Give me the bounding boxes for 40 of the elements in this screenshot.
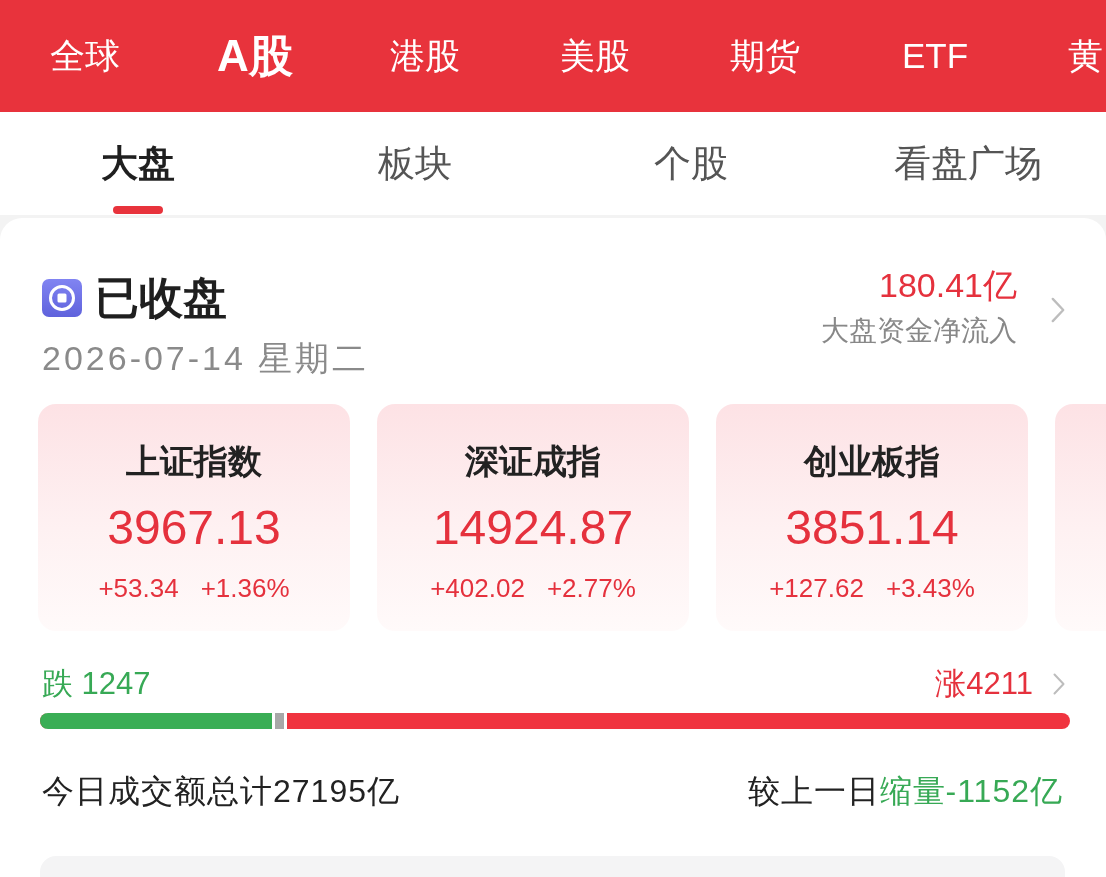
index-change: +53.34 (98, 572, 179, 604)
market-tab[interactable]: 黄 (1068, 34, 1103, 78)
market-tab[interactable]: 全球 (50, 34, 120, 78)
turnover-total: 今日成交额总计27195亿 (42, 773, 400, 809)
comparison-label: 较上一日 (747, 773, 880, 809)
net-inflow-amount: 180.41亿 (879, 265, 1017, 305)
index-card[interactable] (1055, 404, 1106, 631)
index-name: 上证指数 (126, 441, 262, 482)
view-tab[interactable]: 看盘广场 (893, 112, 1042, 186)
active-tab-indicator (113, 206, 164, 214)
chevron-right-icon[interactable] (1053, 673, 1065, 695)
index-change: +402.02 (430, 572, 525, 604)
decliners-count: 跌 1247 (42, 667, 151, 701)
view-tab[interactable]: 个股 (654, 112, 729, 186)
market-status: 已收盘 (95, 272, 227, 324)
view-tab[interactable]: 大盘 (101, 112, 176, 214)
index-change-percent: +1.36% (200, 572, 290, 604)
market-tab[interactable]: 港股 (390, 34, 460, 78)
view-tab[interactable]: 板块 (377, 112, 452, 186)
index-name: 深证成指 (465, 441, 601, 482)
market-tab[interactable]: ETF (901, 34, 969, 78)
chevron-right-icon[interactable] (1051, 297, 1065, 323)
index-change-percent: +2.77% (546, 572, 636, 604)
index-change-percent: +3.43% (885, 572, 975, 604)
market-tab[interactable]: A股 (217, 30, 293, 82)
index-name: 创业板指 (804, 441, 940, 482)
market-tab[interactable]: 美股 (560, 34, 630, 78)
index-change: +127.62 (769, 572, 864, 604)
index-card[interactable]: 深证成指 14924.87 +402.02 +2.77% (377, 404, 689, 631)
index-value: 14924.87 (432, 500, 634, 556)
index-card[interactable]: 上证指数 3967.13 +53.34 +1.36% (38, 404, 350, 631)
net-inflow-label: 大盘资金净流入 (821, 315, 1017, 347)
index-value: 3851.14 (785, 500, 959, 556)
index-card[interactable]: 创业板指 3851.14 +127.62 +3.43% (716, 404, 1028, 631)
trading-date: 2026-07-14 星期二 (42, 338, 370, 378)
comparison-value: 缩量-1152亿 (879, 773, 1063, 809)
index-value: 3967.13 (107, 500, 281, 556)
advancers-count: 涨4211 (935, 667, 1033, 701)
market-tab[interactable]: 期货 (730, 34, 800, 78)
stop-icon (42, 279, 82, 317)
